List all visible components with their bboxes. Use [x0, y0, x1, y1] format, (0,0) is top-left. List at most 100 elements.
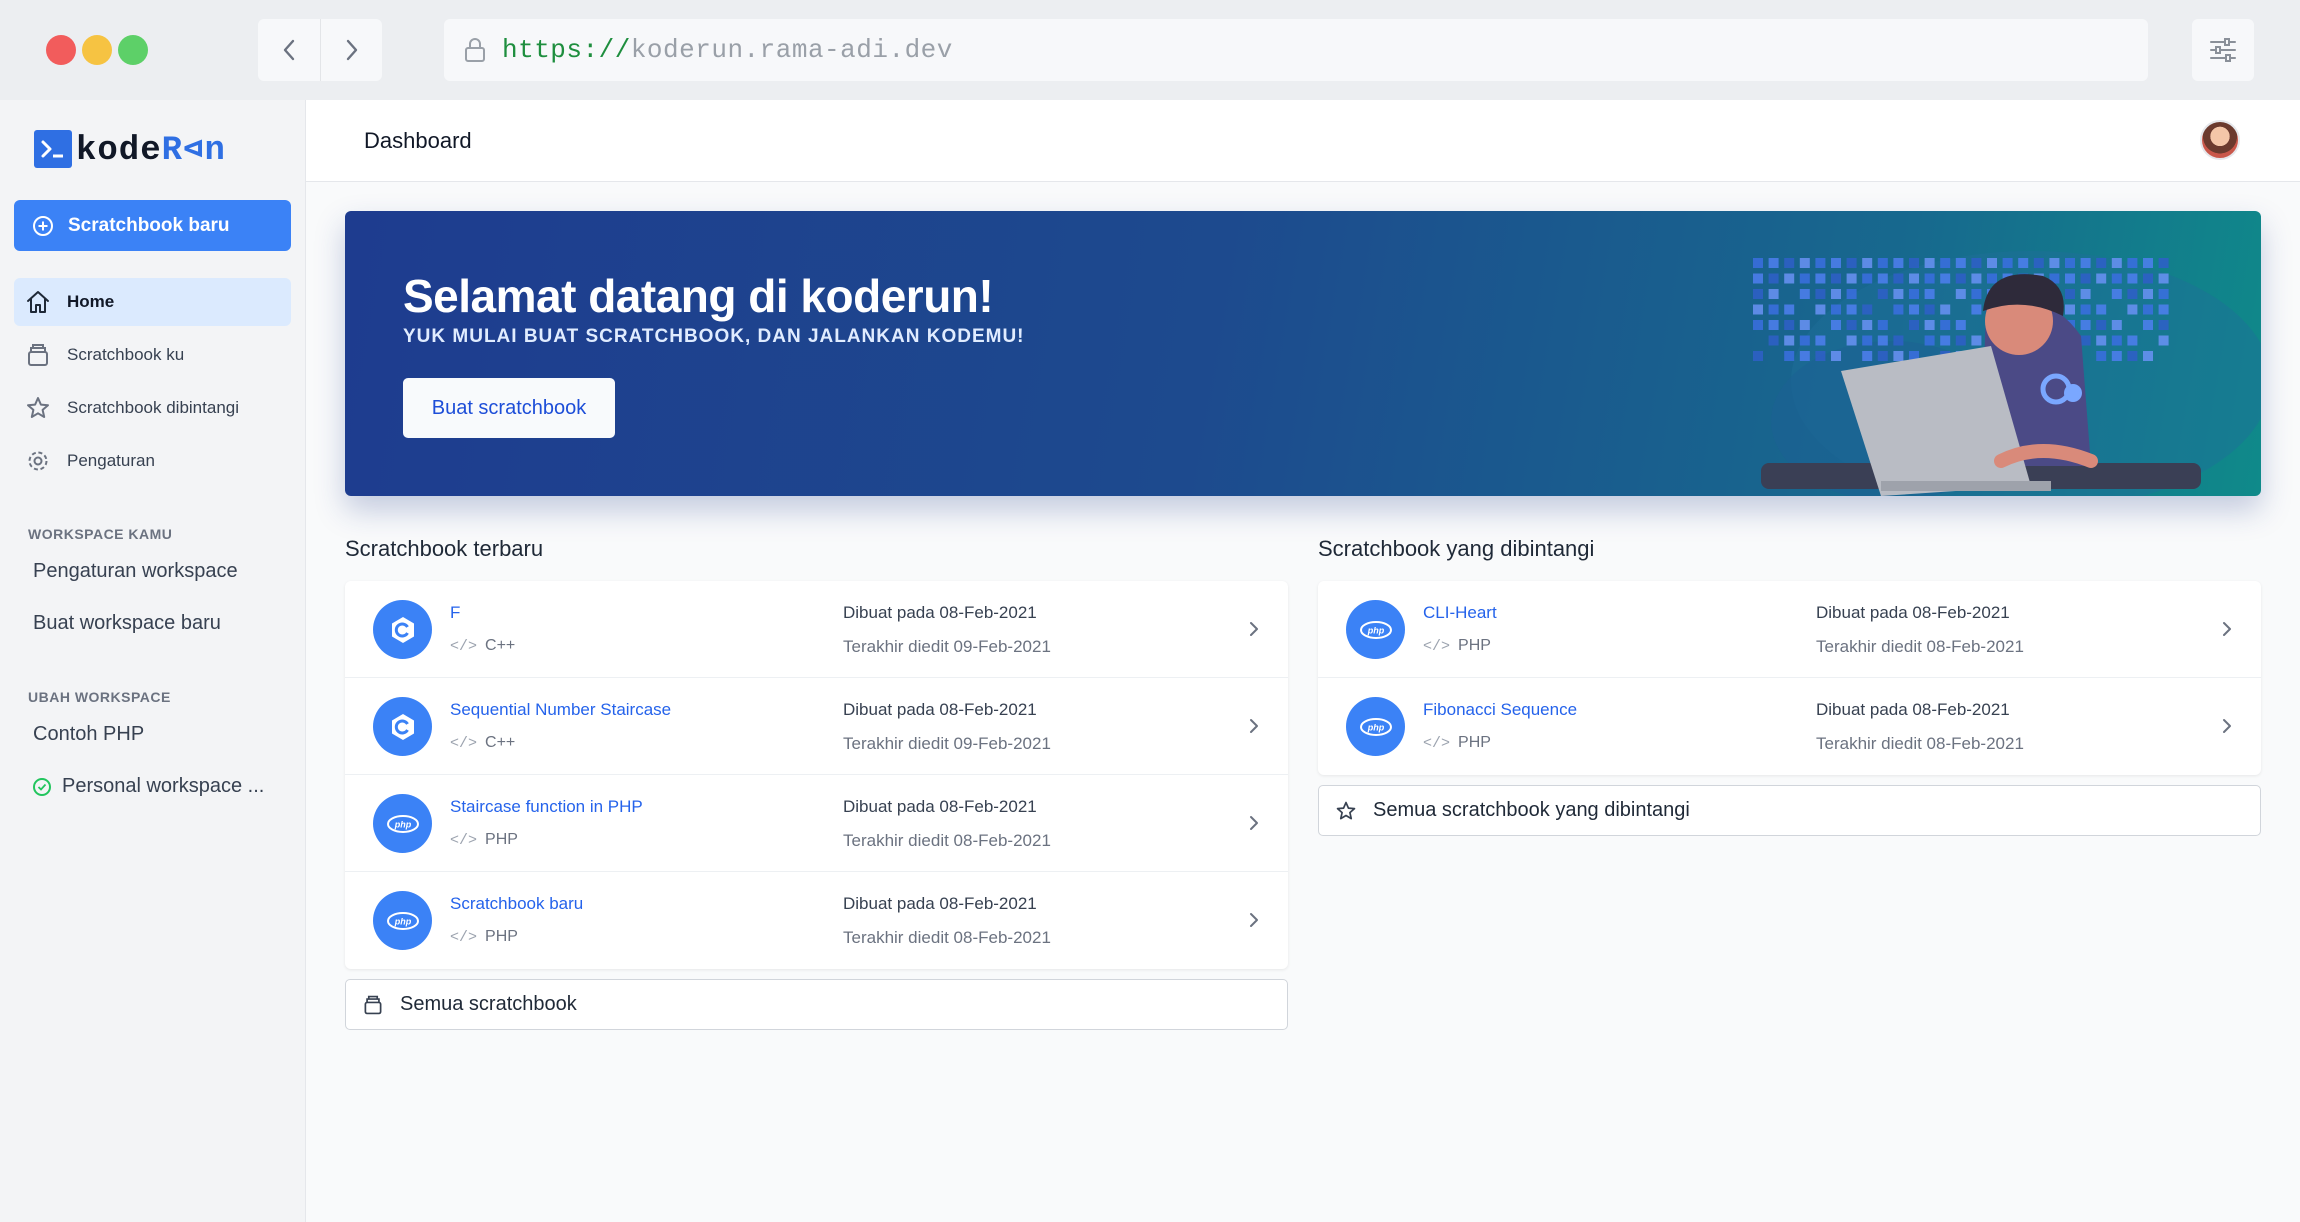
- grid-cell: [2080, 320, 2091, 330]
- window-maximize-button[interactable]: [118, 35, 148, 65]
- created-date: Dibuat pada 08-Feb-2021: [843, 700, 1037, 719]
- grid-cell: [2096, 304, 2107, 315]
- list-item[interactable]: php Fibonacci Sequence </> PHP Dibuat pada 0…: [1318, 678, 2261, 775]
- grid-cell: [2065, 258, 2075, 268]
- sidebar-item-home[interactable]: Home: [14, 278, 291, 326]
- grid-cell: [1971, 304, 1982, 315]
- grid-cell: [2158, 335, 2169, 346]
- grid-cell: [1831, 289, 1841, 299]
- grid-cell: [2096, 258, 2107, 268]
- grid-cell: [2033, 258, 2044, 268]
- grid-cell: [2096, 335, 2107, 346]
- grid-cell: [1893, 335, 1904, 346]
- new-scratchbook-button[interactable]: Scratchbook baru: [14, 200, 291, 251]
- grid-cell: [1768, 320, 1779, 330]
- grid-cell: [2065, 273, 2075, 284]
- url-host: koderun.rama-adi.dev: [630, 35, 953, 65]
- grid-cell: [1862, 273, 1873, 284]
- grid-cell: [2080, 258, 2091, 268]
- list-item[interactable]: php CLI-Heart </> PHP Dibuat pada 08-Feb-202…: [1318, 581, 2261, 678]
- back-button[interactable]: [258, 19, 320, 81]
- grid-cell: [2111, 351, 2122, 361]
- starred-scratchbook-list: php CLI-Heart </> PHP Dibuat pada 08-Feb-202…: [1318, 581, 2261, 775]
- grid-cell: [1893, 351, 1904, 361]
- scratchbook-name[interactable]: Sequential Number Staircase: [450, 700, 671, 720]
- window-close-button[interactable]: [46, 35, 76, 65]
- logo-text-2: R: [161, 132, 184, 170]
- plus-circle-icon: [32, 215, 54, 237]
- all-scratchbooks-button[interactable]: Semua scratchbook: [345, 979, 1288, 1030]
- language-label: PHP: [485, 831, 518, 848]
- list-item[interactable]: php Scratchbook baru </> PHP Dibuat pada 08-…: [345, 872, 1288, 969]
- create-scratchbook-button[interactable]: Buat scratchbook: [403, 378, 615, 438]
- grid-cell: [1877, 289, 1888, 299]
- grid-cell: [1815, 304, 1826, 315]
- grid-cell: [2127, 289, 2138, 299]
- browser-chrome: https://koderun.rama-adi.dev: [0, 0, 2300, 100]
- svg-text:php: php: [393, 819, 411, 829]
- code-icon: </>: [1423, 637, 1451, 655]
- grid-cell: [1924, 289, 1935, 299]
- grid-cell: [2143, 351, 2153, 361]
- scratchbook-name[interactable]: F: [450, 603, 460, 623]
- edited-date: Terakhir diedit 09-Feb-2021: [843, 637, 1051, 656]
- code-icon: </>: [450, 928, 478, 946]
- scratchbook-language: </> C++: [450, 734, 515, 752]
- grid-cell: [1940, 320, 1951, 330]
- all-starred-button[interactable]: Semua scratchbook yang dibintangi: [1318, 785, 2261, 836]
- all-scratchbooks-label: Semua scratchbook: [400, 993, 577, 1015]
- grid-cell: [1799, 335, 1810, 346]
- grid-cell: [1955, 258, 1966, 268]
- scratchbook-name[interactable]: Fibonacci Sequence: [1423, 700, 1577, 720]
- grid-cell: [1924, 273, 1935, 284]
- list-item[interactable]: php Staircase function in PHP </> PHP Dibuat…: [345, 775, 1288, 872]
- archive-icon: [24, 341, 52, 369]
- grid-cell: [2065, 289, 2075, 299]
- chevron-right-icon: [346, 39, 357, 61]
- grid-cell: [2065, 304, 2075, 315]
- grid-cell: [1877, 273, 1888, 284]
- edited-date: Terakhir diedit 08-Feb-2021: [843, 831, 1051, 850]
- sidebar-item-settings[interactable]: Pengaturan: [14, 437, 291, 485]
- workspace-settings-link[interactable]: Pengaturan workspace: [33, 560, 238, 583]
- grid-cell: [1909, 304, 1919, 315]
- grid-cell: [1846, 304, 1857, 315]
- window-minimize-button[interactable]: [82, 35, 112, 65]
- grid-cell: [2158, 289, 2169, 299]
- create-workspace-link[interactable]: Buat workspace baru: [33, 612, 221, 635]
- workspace-item-personal[interactable]: Personal workspace ...: [33, 775, 264, 798]
- workspace-item-contoh-php[interactable]: Contoh PHP: [33, 723, 144, 746]
- sidebar-nav: Home Scratchbook ku Scratchbook dibintan…: [14, 278, 291, 490]
- grid-cell: [1924, 258, 1935, 268]
- welcome-subtitle: YUK MULAI BUAT SCRATCHBOOK, DAN JALANKAN…: [403, 326, 1025, 347]
- grid-cell: [2127, 273, 2138, 284]
- grid-cell: [2096, 351, 2107, 361]
- address-bar[interactable]: https://koderun.rama-adi.dev: [444, 19, 2148, 81]
- avatar[interactable]: [2200, 120, 2240, 160]
- cpp-icon: [373, 600, 432, 659]
- starred-section-title: Scratchbook yang dibintangi: [1318, 536, 1595, 561]
- grid-cell: [1862, 258, 1873, 268]
- grid-cell: [2096, 320, 2107, 330]
- switch-workspace-heading: UBAH WORKSPACE: [28, 689, 171, 705]
- list-item[interactable]: F </> C++ Dibuat pada 08-Feb-2021 Terakhir d…: [345, 581, 1288, 678]
- scratchbook-name[interactable]: Scratchbook baru: [450, 894, 583, 914]
- created-date: Dibuat pada 08-Feb-2021: [843, 894, 1037, 913]
- grid-cell: [1768, 304, 1779, 315]
- app-logo[interactable]: kodeR⊲n: [34, 127, 226, 171]
- welcome-title: Selamat datang di koderun!: [403, 270, 994, 322]
- scratchbook-name[interactable]: Staircase function in PHP: [450, 797, 643, 817]
- browser-settings-button[interactable]: [2192, 19, 2254, 81]
- scratchbook-name[interactable]: CLI-Heart: [1423, 603, 1497, 623]
- sidebar-item-my-scratchbooks[interactable]: Scratchbook ku: [14, 331, 291, 379]
- grid-cell: [1831, 258, 1841, 268]
- php-icon: php: [373, 891, 432, 950]
- list-item[interactable]: Sequential Number Staircase </> C++ Dibuat …: [345, 678, 1288, 775]
- workspace-section-heading: WORKSPACE KAMU: [28, 526, 173, 542]
- grid-cell: [1955, 273, 1966, 284]
- sidebar-item-starred[interactable]: Scratchbook dibintangi: [14, 384, 291, 432]
- grid-cell: [1924, 335, 1935, 346]
- sidebar-item-label: Home: [67, 292, 115, 311]
- forward-button[interactable]: [320, 19, 382, 81]
- created-date: Dibuat pada 08-Feb-2021: [1816, 700, 2010, 719]
